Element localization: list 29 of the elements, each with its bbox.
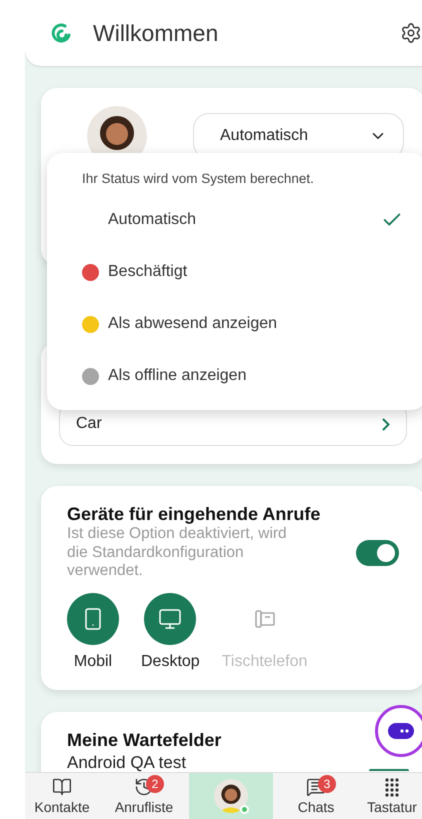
assistant-button[interactable] [375,705,422,757]
count-badge: 3 [318,775,336,793]
count-badge: 2 [146,775,164,793]
chat-icon [306,777,326,797]
chevron-right-icon [382,418,390,430]
description-text: Ist diese Option deaktiviert, wird die Standardkonfiguration verwendet. [67,525,288,581]
card-title: Geräte für eingehende Anrufe [67,504,322,525]
nav-tab[interactable]: Kontakte [25,773,99,819]
keypad-icon [383,777,401,797]
nav-tab[interactable]: Anrufliste 2 [99,773,189,819]
nav-tab[interactable]: Chats 3 [273,773,359,819]
status-option[interactable]: Automatisch [82,194,422,246]
logo-icon [51,23,71,43]
queue-name: Android QA test [67,753,186,773]
status-dot [240,805,249,814]
page-title: Willkommen [93,20,220,46]
card-title: Meine Wartefelder [67,730,222,751]
nav-tab[interactable]: Tastatur [359,773,422,819]
status-option[interactable]: Als abwesend anzeigen [82,298,422,350]
toggle-switch[interactable] [356,540,399,566]
monitor-icon [158,606,182,631]
status-option[interactable]: Beschäftigt [82,246,422,298]
book-icon [52,777,72,797]
avatar [214,779,248,813]
settings-icon[interactable] [400,22,422,44]
profile-tab[interactable] [189,773,273,819]
chat-bubble-icon [387,722,415,740]
status-option[interactable]: Als offline anzeigen [82,350,422,402]
menu-hint: Ihr Status wird vom System berechnet. [82,171,315,186]
